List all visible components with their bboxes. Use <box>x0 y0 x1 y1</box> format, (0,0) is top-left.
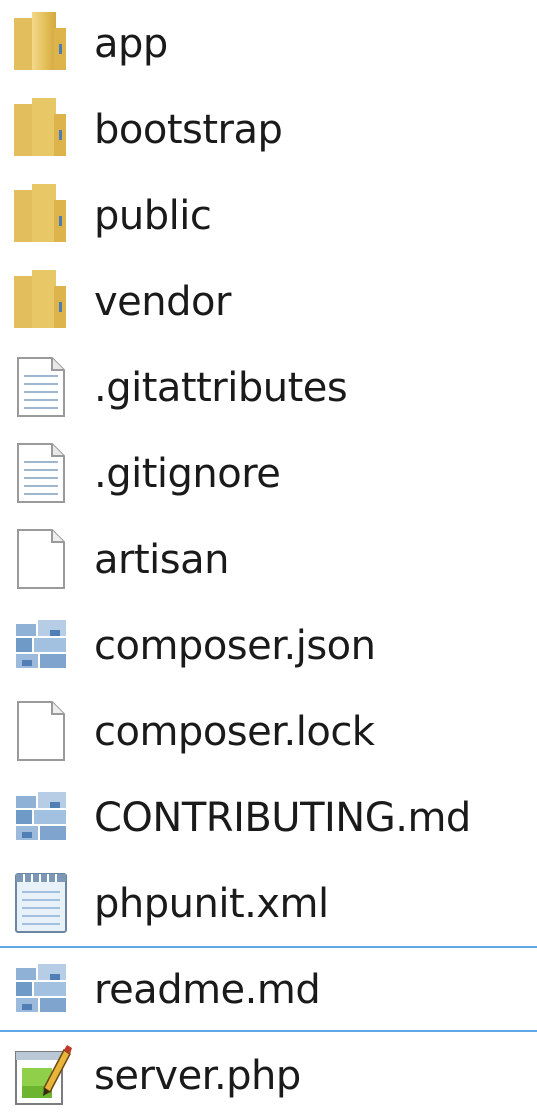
file-row-readme-md[interactable]: readme.md <box>0 946 537 1032</box>
file-row-composer-json[interactable]: composer.json <box>0 602 537 688</box>
file-name: app <box>94 21 168 67</box>
file-row-gitignore[interactable]: .gitignore <box>0 430 537 516</box>
file-name: vendor <box>94 279 231 325</box>
folder-icon <box>10 96 72 162</box>
file-name: .gitignore <box>94 451 281 497</box>
file-row-artisan[interactable]: artisan <box>0 516 537 602</box>
file-name: phpunit.xml <box>94 881 329 927</box>
folder-icon <box>10 182 72 248</box>
file-name: composer.lock <box>94 709 375 755</box>
app-file-icon <box>10 612 72 678</box>
blank-file-icon <box>10 698 72 764</box>
file-name: bootstrap <box>94 107 283 153</box>
file-row-contributing-md[interactable]: CONTRIBUTING.md <box>0 774 537 860</box>
notepad-file-icon <box>10 870 72 936</box>
file-name: server.php <box>94 1053 301 1099</box>
app-file-icon <box>10 784 72 850</box>
file-name: public <box>94 193 212 239</box>
file-name: CONTRIBUTING.md <box>94 795 471 841</box>
file-row-app[interactable]: app <box>0 0 537 86</box>
file-row-public[interactable]: public <box>0 172 537 258</box>
file-row-vendor[interactable]: vendor <box>0 258 537 344</box>
file-row-phpunit-xml[interactable]: phpunit.xml <box>0 860 537 946</box>
php-edit-file-icon <box>10 1042 72 1108</box>
file-name: composer.json <box>94 623 376 669</box>
text-file-icon <box>10 354 72 420</box>
app-file-icon <box>10 956 72 1022</box>
text-file-icon <box>10 440 72 506</box>
file-name: readme.md <box>94 967 321 1013</box>
file-name: artisan <box>94 537 229 583</box>
file-row-server-php[interactable]: server.php <box>0 1032 537 1118</box>
file-list: app bootstrap public vendor .gitattribut… <box>0 0 537 1117</box>
file-row-composer-lock[interactable]: composer.lock <box>0 688 537 774</box>
file-row-gitattributes[interactable]: .gitattributes <box>0 344 537 430</box>
folder-icon <box>10 268 72 334</box>
file-row-bootstrap[interactable]: bootstrap <box>0 86 537 172</box>
folder-icon <box>10 10 72 76</box>
file-name: .gitattributes <box>94 365 348 411</box>
blank-file-icon <box>10 526 72 592</box>
